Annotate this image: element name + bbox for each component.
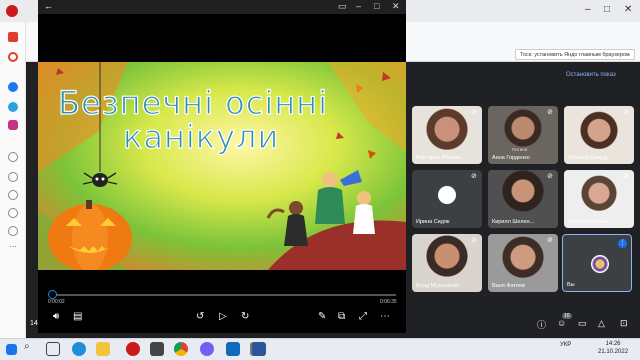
cast-icon[interactable]: ⧉ (338, 312, 345, 322)
heart-icon[interactable] (8, 190, 18, 200)
self-tile[interactable]: ⋮ Вы (562, 234, 632, 292)
participant-tile[interactable]: ⊘ Патиня Анна Горденко (488, 106, 558, 164)
self-name: Вы (567, 282, 575, 288)
window-close-button[interactable]: ✕ (392, 1, 400, 12)
explorer-folder-icon[interactable] (96, 342, 110, 356)
self-avatar (591, 255, 609, 273)
chrome-icon[interactable] (174, 342, 188, 356)
opera-icon[interactable] (126, 342, 140, 356)
participant-tile[interactable]: ⊘ Ваня Фатеев (488, 234, 558, 292)
skip-forward-icon[interactable]: ↻ (241, 312, 249, 322)
default-browser-hint[interactable]: Тоск: установить Яндо главным браузером (515, 49, 635, 60)
settings-icon[interactable] (8, 226, 18, 236)
participant-tile[interactable]: ⊘ Виктория Абрамо... (412, 106, 482, 164)
opera-logo-icon[interactable] (6, 5, 18, 17)
participant-tile[interactable]: ⊘ Михаил Калгаш (564, 170, 634, 228)
window-close-button[interactable]: ✕ (624, 4, 632, 15)
mic-off-icon: ⊘ (623, 109, 629, 116)
participant-name: Кирилл Шелен... (492, 219, 535, 225)
video-title-line1: Безпечні осінні (57, 83, 328, 122)
search-icon[interactable]: ⌕ (24, 341, 38, 355)
seek-handle[interactable] (47, 290, 57, 299)
fullscreen-icon[interactable]: ⤢ (359, 312, 367, 322)
opera-o-icon[interactable] (8, 52, 18, 62)
instagram-icon[interactable] (8, 120, 18, 130)
participant-name: Влад Музыченко (416, 283, 460, 289)
mic-off-icon: ⊘ (547, 173, 553, 180)
participant-name: Михаил Калгаш (568, 219, 609, 225)
edge-icon[interactable] (72, 342, 86, 356)
window-maximize-button[interactable]: □ (604, 4, 610, 15)
clock-time: 14:26 (605, 341, 621, 347)
send-icon[interactable] (8, 172, 18, 182)
video-frame[interactable]: Безпечні осінні канікули (38, 62, 406, 270)
clock-icon[interactable] (8, 208, 18, 218)
player-titlebar: ← ▭ – □ ✕ (38, 0, 406, 14)
mic-off-icon: ⊘ (547, 109, 553, 116)
mic-off-icon: ⊘ (471, 173, 477, 180)
input-language[interactable]: УКР (560, 342, 571, 348)
history-icon[interactable] (8, 152, 18, 162)
participant-name: Юлиана Смирд... (568, 155, 612, 161)
video-title: Безпечні осінні канікули (57, 83, 328, 156)
windows-start-icon[interactable] (6, 344, 17, 355)
video-title-line2: канікули (122, 117, 280, 156)
participant-tile[interactable]: ⊘ Кирилл Шелен... (488, 170, 558, 228)
more-icon[interactable]: ⋯ (8, 242, 18, 252)
more-options-button[interactable]: ⋮ (618, 239, 627, 248)
mic-off-icon: ⊘ (547, 237, 553, 244)
opera-sidebar: ⋯ (0, 22, 26, 338)
mic-off-icon: ⊘ (471, 237, 477, 244)
activities-icon[interactable]: △ (598, 318, 605, 329)
edit-pen-icon[interactable]: ✎ (318, 312, 326, 322)
messenger-icon[interactable] (8, 82, 18, 92)
meeting-time: 14 (30, 320, 38, 327)
participant-name: Ваня Фатеев (492, 283, 525, 289)
viber-icon[interactable] (200, 342, 214, 356)
stop-presenting-button[interactable]: Остановить показ (566, 72, 616, 78)
total-time: 0:06:35 (380, 299, 397, 305)
info-icon[interactable]: ⓘ (537, 318, 546, 331)
task-view-icon[interactable] (46, 342, 60, 356)
video-player-icon[interactable] (226, 342, 240, 356)
avatar (438, 186, 456, 204)
participant-tile[interactable]: ⊘ Ирина Сидяк (412, 170, 482, 228)
participant-name: Ирина Сидяк (416, 219, 450, 225)
lock-icon[interactable]: ⊡ (620, 318, 628, 329)
participant-tag: Патиня (512, 147, 528, 152)
arrow-left-icon[interactable]: ← (44, 1, 53, 11)
play-icon[interactable]: ▷ (219, 312, 227, 322)
window-maximize-button[interactable]: □ (374, 1, 379, 11)
word-icon[interactable] (252, 342, 266, 356)
participant-name: Виктория Абрамо... (416, 155, 466, 161)
video-player-window: ← ▭ – □ ✕ Безпечні осінні канікули 0:00:… (38, 0, 406, 333)
seek-bar[interactable] (50, 294, 396, 296)
participant-tile[interactable]: ⊘ Юлиана Смирд... (564, 106, 634, 164)
participant-tile[interactable]: ⊘ Влад Музыченко (412, 234, 482, 292)
people-count-badge: 10 (562, 313, 572, 319)
volume-icon[interactable]: 🔊︎ (53, 312, 59, 322)
compact-overlay-button[interactable]: ▭ (338, 1, 347, 12)
window-minimize-button[interactable]: – (585, 4, 591, 15)
clock[interactable]: 14:26 21.10.2022 (598, 340, 628, 356)
mic-off-icon: ⊘ (623, 173, 629, 180)
current-time: 0:00:02 (48, 299, 65, 305)
participant-name: Анна Горденко (492, 155, 530, 161)
clock-date: 21.10.2022 (598, 349, 629, 355)
people-icon[interactable]: ☺ (557, 318, 566, 328)
more-options-icon[interactable]: ⋯ (380, 312, 390, 322)
skip-back-icon[interactable]: ↺ (196, 312, 204, 322)
window-minimize-button[interactable]: – (356, 1, 361, 11)
chat-icon[interactable]: ▭ (578, 318, 587, 329)
telegram-icon[interactable] (8, 102, 18, 112)
yandex-icon[interactable] (8, 32, 18, 42)
store-icon[interactable] (150, 342, 164, 356)
mic-off-icon: ⊘ (471, 109, 477, 116)
subtitles-icon[interactable]: ▤ (73, 312, 82, 322)
